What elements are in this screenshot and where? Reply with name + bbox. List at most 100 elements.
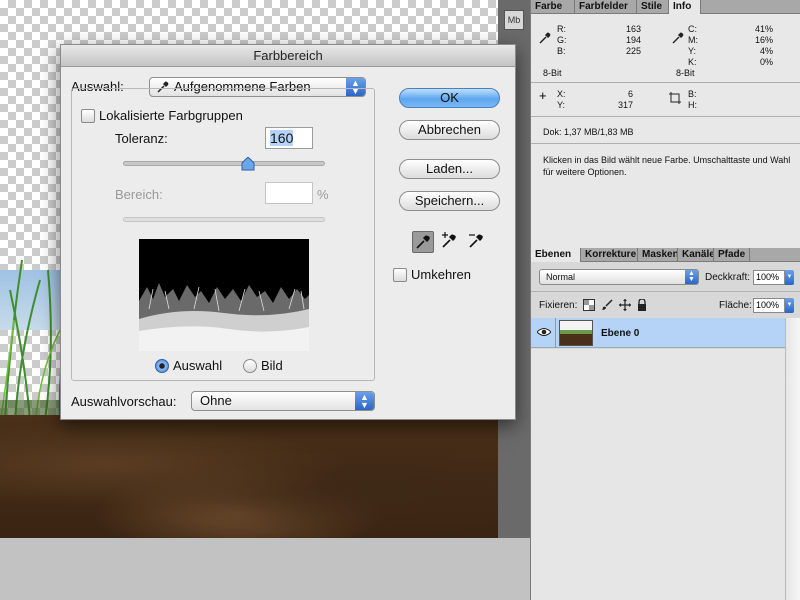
size-b-label: B: bbox=[688, 89, 697, 99]
tab-masks[interactable]: Masken bbox=[638, 248, 678, 262]
selection-preview bbox=[139, 239, 309, 351]
layers-scrollbar[interactable] bbox=[785, 318, 800, 600]
fill-arrow-icon[interactable]: ▼ bbox=[785, 298, 794, 313]
hint-text: Klicken in das Bild wählt neue Farbe. Um… bbox=[543, 155, 791, 177]
bit-depth-right: 8-Bit bbox=[676, 68, 695, 78]
size-h-label: H: bbox=[688, 100, 697, 110]
divider bbox=[531, 116, 800, 117]
rgb-r-label: R: bbox=[557, 24, 566, 34]
tab-channels[interactable]: Kanäle bbox=[678, 248, 714, 262]
layer-thumbnail bbox=[559, 320, 593, 346]
coord-x-label: X: bbox=[557, 89, 566, 99]
layer-row[interactable]: Ebene 0 bbox=[531, 318, 785, 348]
range-unit: % bbox=[317, 187, 329, 202]
save-button[interactable]: Speichern... bbox=[399, 191, 500, 211]
eyedropper-tool-button[interactable] bbox=[412, 231, 434, 253]
mini-bridge-icon[interactable]: Mb bbox=[504, 10, 524, 30]
coord-y-value: 317 bbox=[617, 100, 633, 110]
eyedropper-icon bbox=[539, 32, 551, 44]
info-panel: Farbe Farbfelder Stile Info R: 163 G: 19… bbox=[530, 0, 800, 248]
info-panel-tabs: Farbe Farbfelder Stile Info bbox=[531, 0, 800, 14]
fill-field[interactable]: 100% bbox=[753, 298, 785, 313]
localized-label: Lokalisierte Farbgruppen bbox=[99, 108, 243, 123]
radio-image-label: Bild bbox=[261, 358, 283, 373]
popup-arrows-icon: ▲ ▼ bbox=[685, 270, 698, 284]
visibility-eye-icon[interactable] bbox=[537, 327, 551, 337]
canvas-pasteboard bbox=[0, 538, 530, 600]
bit-depth-left: 8-Bit bbox=[543, 68, 562, 78]
tolerance-slider-thumb[interactable] bbox=[241, 157, 255, 171]
rgb-g-value: 194 bbox=[625, 35, 641, 45]
eyedropper-icon bbox=[672, 32, 684, 44]
eyedropper-icon bbox=[416, 235, 430, 249]
cmyk-c-value: 41% bbox=[754, 24, 773, 34]
tolerance-label: Toleranz: bbox=[115, 131, 168, 146]
layers-list-empty bbox=[531, 349, 785, 600]
tab-info[interactable]: Info bbox=[669, 0, 701, 14]
cmyk-m-value: 16% bbox=[754, 35, 773, 45]
opacity-arrow-icon[interactable]: ▼ bbox=[785, 270, 794, 285]
lock-transparency-icon[interactable] bbox=[583, 299, 595, 311]
move-icon[interactable] bbox=[619, 299, 631, 311]
divider bbox=[531, 291, 800, 292]
range-slider-track bbox=[123, 217, 325, 222]
eyedropper-minus-icon bbox=[469, 234, 483, 248]
cmyk-c-label: C: bbox=[688, 24, 697, 34]
rgb-b-value: 225 bbox=[625, 46, 641, 56]
preview-label: Auswahlvorschau: bbox=[71, 394, 177, 409]
layer-name: Ebene 0 bbox=[601, 328, 640, 339]
blend-mode-popup[interactable]: Normal ▲ ▼ bbox=[539, 269, 699, 285]
eyedropper-add-tool-button[interactable] bbox=[439, 231, 461, 253]
brush-icon[interactable] bbox=[601, 299, 613, 311]
opacity-field[interactable]: 100% bbox=[753, 270, 785, 285]
selection-size-icon bbox=[669, 92, 681, 104]
tab-paths[interactable]: Pfade bbox=[714, 248, 750, 262]
coord-y-label: Y: bbox=[557, 100, 566, 110]
tab-adjustments[interactable]: Korrekture bbox=[581, 248, 638, 262]
cmyk-k-value: 0% bbox=[759, 57, 773, 67]
range-field bbox=[265, 182, 313, 204]
rgb-g-label: G: bbox=[557, 35, 567, 45]
doc-size: Dok: 1,37 MB/1,83 MB bbox=[543, 127, 634, 137]
radio-selection-label: Auswahl bbox=[173, 358, 223, 373]
invert-checkbox[interactable] bbox=[393, 268, 407, 282]
layers-panel: Ebenen Korrekture Masken Kanäle Pfade No… bbox=[530, 248, 800, 600]
fill-label: Fläche: bbox=[719, 300, 752, 311]
cmyk-k-label: K: bbox=[688, 57, 697, 67]
opacity-label: Deckkraft: bbox=[705, 272, 751, 283]
tab-swatches[interactable]: Farbfelder bbox=[575, 0, 637, 14]
divider bbox=[531, 143, 800, 144]
divider bbox=[555, 318, 556, 348]
range-label: Bereich: bbox=[115, 187, 163, 202]
tolerance-field[interactable]: 160 bbox=[265, 127, 313, 149]
invert-label: Umkehren bbox=[411, 267, 471, 282]
ok-button[interactable]: OK bbox=[399, 88, 500, 108]
localized-checkbox[interactable] bbox=[81, 109, 95, 123]
eyedropper-subtract-tool-button[interactable] bbox=[466, 231, 488, 253]
dialog-title: Farbbereich bbox=[61, 45, 515, 67]
tab-layers[interactable]: Ebenen bbox=[531, 248, 581, 262]
blend-mode-value: Normal bbox=[546, 272, 576, 282]
preview-value: Ohne bbox=[200, 393, 232, 408]
radio-selection[interactable] bbox=[155, 359, 169, 373]
tab-styles[interactable]: Stile bbox=[637, 0, 669, 14]
cmyk-m-label: M: bbox=[688, 35, 698, 45]
crosshair-icon: + bbox=[539, 88, 547, 103]
color-range-dialog: Farbbereich Auswahl: Aufgenommene Farben… bbox=[60, 44, 516, 420]
divider bbox=[531, 82, 800, 83]
cancel-button[interactable]: Abbrechen bbox=[399, 120, 500, 140]
eyedropper-plus-icon bbox=[442, 232, 456, 248]
cmyk-y-value: 4% bbox=[759, 46, 773, 56]
tolerance-slider-track[interactable] bbox=[123, 161, 325, 166]
soil-image bbox=[0, 415, 530, 538]
tab-color[interactable]: Farbe bbox=[531, 0, 575, 14]
radio-image[interactable] bbox=[243, 359, 257, 373]
rgb-b-label: B: bbox=[557, 46, 566, 56]
lock-icon[interactable] bbox=[637, 299, 647, 311]
cmyk-y-label: Y: bbox=[688, 46, 697, 56]
preview-popup[interactable]: Ohne ▲ ▼ bbox=[191, 391, 375, 411]
tolerance-value: 160 bbox=[270, 130, 294, 146]
load-button[interactable]: Laden... bbox=[399, 159, 500, 179]
coord-x-value: 6 bbox=[627, 89, 633, 99]
popup-arrows-icon: ▲ ▼ bbox=[355, 392, 374, 410]
